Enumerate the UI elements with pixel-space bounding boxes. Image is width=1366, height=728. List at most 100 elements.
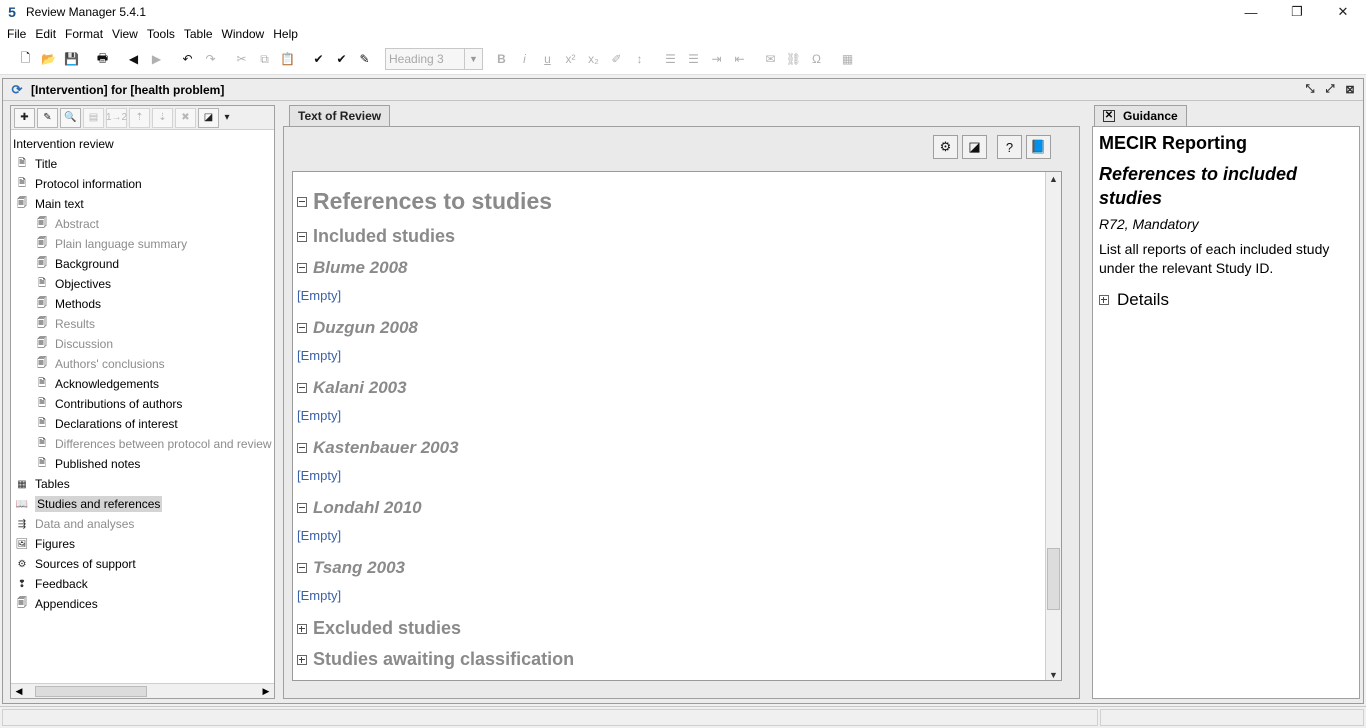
close-document-icon[interactable]: ⊠ xyxy=(1341,81,1359,97)
study-empty-placeholder[interactable]: [Empty] xyxy=(297,408,341,423)
restore-button[interactable]: ❐ xyxy=(1274,0,1320,24)
tree-item-contributions-of-authors[interactable]: 🗎 Contributions of authors xyxy=(11,394,274,414)
review-vertical-scrollbar[interactable]: ▲ ▼ xyxy=(1045,172,1061,680)
menu-table[interactable]: Table xyxy=(180,27,217,41)
bullet-list-icon[interactable]: ☰ xyxy=(660,49,681,70)
superscript-icon[interactable]: x² xyxy=(560,49,581,70)
collapse-icon[interactable] xyxy=(297,443,307,453)
redo-icon[interactable]: ↷ xyxy=(200,49,221,70)
scrollbar-thumb[interactable] xyxy=(1047,548,1060,610)
scroll-right-icon[interactable]: ▶ xyxy=(260,685,272,698)
expand-icon[interactable] xyxy=(297,654,307,665)
tree-item-background[interactable]: 🗐 Background xyxy=(11,254,274,274)
outline-horizontal-scrollbar[interactable]: ◀ ▶ xyxy=(11,683,274,698)
link-icon[interactable]: ⛓ xyxy=(783,49,804,70)
open-icon[interactable]: 📂 xyxy=(38,49,59,70)
collapse-icon[interactable] xyxy=(297,563,307,573)
renumber-icon[interactable]: 1→2 xyxy=(106,107,127,128)
tree-item-authors-conclusions[interactable]: 🗐 Authors' conclusions xyxy=(11,354,274,374)
tree-item-sources-of-support[interactable]: ⚙ Sources of support xyxy=(11,554,274,574)
settings-icon[interactable]: ⚙ xyxy=(933,135,958,159)
align-icon[interactable]: ↕ xyxy=(629,49,650,70)
cut-icon[interactable]: ✂ xyxy=(231,49,252,70)
menu-file[interactable]: File xyxy=(3,27,30,41)
menu-tools[interactable]: Tools xyxy=(143,27,179,41)
indent-icon[interactable]: ⇥ xyxy=(706,49,727,70)
collapse-icon[interactable] xyxy=(297,263,307,273)
chevron-down-icon[interactable]: ▾ xyxy=(221,108,233,128)
book-help-icon[interactable]: 📘 xyxy=(1026,135,1051,159)
collapse-icon[interactable] xyxy=(297,323,307,333)
menu-help[interactable]: Help xyxy=(269,27,302,41)
tree-item-appendices[interactable]: 🗐 Appendices xyxy=(11,594,274,614)
menu-window[interactable]: Window xyxy=(218,27,269,41)
expand-icon[interactable] xyxy=(1099,295,1109,305)
paragraph-style-select[interactable]: Heading 3 ▼ xyxy=(385,48,483,70)
tree-item-acknowledgements[interactable]: 🗎 Acknowledgements xyxy=(11,374,274,394)
scrollbar-thumb[interactable] xyxy=(35,686,147,697)
tab-guidance[interactable]: ✕ Guidance xyxy=(1094,105,1187,126)
menu-format[interactable]: Format xyxy=(61,27,107,41)
table-icon[interactable]: ▦ xyxy=(837,49,858,70)
tree-item-objectives[interactable]: 🗎 Objectives xyxy=(11,274,274,294)
bold-icon[interactable]: B xyxy=(491,49,512,70)
abc-check-icon[interactable]: ✔ xyxy=(331,49,352,70)
tree-item-data-and-analyses[interactable]: ⇶ Data and analyses xyxy=(11,514,274,534)
tree-item-methods[interactable]: 🗐 Methods xyxy=(11,294,274,314)
move-down-icon[interactable]: ⇣ xyxy=(152,107,173,128)
numbered-list-icon[interactable]: ☰ xyxy=(683,49,704,70)
autocorrect-icon[interactable]: ✎ xyxy=(354,49,375,70)
scroll-up-icon[interactable]: ▲ xyxy=(1046,172,1061,186)
study-empty-placeholder[interactable]: [Empty] xyxy=(297,468,341,483)
guidance-details-toggle[interactable]: Details xyxy=(1099,290,1353,310)
tree-item-discussion[interactable]: 🗐 Discussion xyxy=(11,334,274,354)
move-up-icon[interactable]: ⇡ xyxy=(129,107,150,128)
help-icon[interactable]: ? xyxy=(997,135,1022,159)
highlight-icon[interactable]: ✐ xyxy=(606,49,627,70)
forward-icon[interactable]: ▶ xyxy=(146,49,167,70)
tree-item-tables[interactable]: ▦ Tables xyxy=(11,474,274,494)
tree-item-abstract[interactable]: 🗐 Abstract xyxy=(11,214,274,234)
menu-view[interactable]: View xyxy=(108,27,142,41)
minimize-document-icon[interactable]: ⤡ xyxy=(1301,81,1319,97)
collapse-icon[interactable] xyxy=(297,503,307,513)
tree-item-plain-language-summary[interactable]: 🗐 Plain language summary xyxy=(11,234,274,254)
tree-item-main-text[interactable]: 🗐 Main text xyxy=(11,194,274,214)
spellcheck-icon[interactable]: ✔ xyxy=(308,49,329,70)
tree-item-studies-and-references[interactable]: 📖 Studies and references xyxy=(11,494,274,514)
collapse-icon[interactable] xyxy=(297,196,307,207)
print-icon[interactable]: 🖶 xyxy=(92,49,113,70)
tree-root[interactable]: Intervention review xyxy=(11,134,274,154)
add-item-icon[interactable]: ✚ xyxy=(14,107,35,128)
undo-icon[interactable]: ↶ xyxy=(177,49,198,70)
note-icon[interactable]: ◪ xyxy=(198,107,219,128)
scroll-down-icon[interactable]: ▼ xyxy=(1046,668,1061,680)
new-icon[interactable]: 🗋 xyxy=(15,49,36,70)
paste-icon[interactable]: 📋 xyxy=(277,49,298,70)
collapse-icon[interactable] xyxy=(297,383,307,393)
tab-text-of-review[interactable]: Text of Review xyxy=(289,105,391,126)
study-empty-placeholder[interactable]: [Empty] xyxy=(297,528,341,543)
scroll-left-icon[interactable]: ◀ xyxy=(13,685,25,698)
symbol-icon[interactable]: Ω xyxy=(806,49,827,70)
tree-item-results[interactable]: 🗐 Results xyxy=(11,314,274,334)
edit-item-icon[interactable]: ✎ xyxy=(37,107,58,128)
maximize-document-icon[interactable]: ⤢ xyxy=(1321,81,1339,97)
study-empty-placeholder[interactable]: [Empty] xyxy=(297,588,341,603)
find-icon[interactable]: 🔍 xyxy=(60,107,81,128)
tree-item-differences-between-protocol-and-review[interactable]: 🗎 Differences between protocol and review xyxy=(11,434,274,454)
close-button[interactable]: ✕ xyxy=(1320,0,1366,24)
minimize-button[interactable]: — xyxy=(1228,0,1274,24)
tree-item-published-notes[interactable]: 🗎 Published notes xyxy=(11,454,274,474)
tree-item-figures[interactable]: 🖼 Figures xyxy=(11,534,274,554)
italic-icon[interactable]: i xyxy=(514,49,535,70)
copy-icon[interactable]: ⧉ xyxy=(254,49,275,70)
underline-icon[interactable]: u xyxy=(537,49,558,70)
save-icon[interactable]: 💾 xyxy=(61,49,82,70)
back-icon[interactable]: ◀ xyxy=(123,49,144,70)
tree-item-title[interactable]: 🗎 Title xyxy=(11,154,274,174)
close-guidance-icon[interactable]: ✕ xyxy=(1103,110,1115,122)
chevron-down-icon[interactable]: ▼ xyxy=(464,49,482,69)
subscript-icon[interactable]: x₂ xyxy=(583,49,604,70)
tree-item-protocol-information[interactable]: 🗎 Protocol information xyxy=(11,174,274,194)
